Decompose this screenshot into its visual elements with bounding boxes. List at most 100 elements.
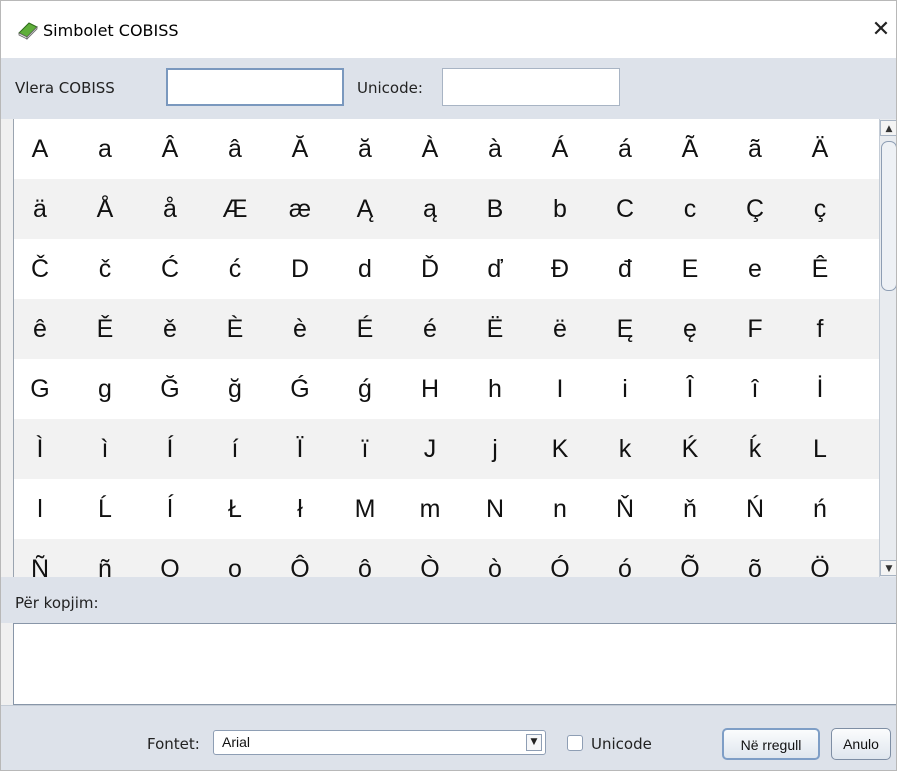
symbol-cell[interactable]: ḱ [726, 419, 784, 479]
vertical-scrollbar[interactable]: ▲ ▼ [879, 119, 896, 577]
symbol-cell[interactable]: ę [661, 299, 719, 359]
symbol-cell[interactable]: à [466, 119, 524, 179]
ok-button[interactable]: Në rregull [722, 728, 820, 760]
symbol-cell[interactable]: ł [271, 479, 329, 539]
symbol-cell[interactable]: Ę [596, 299, 654, 359]
symbol-cell[interactable]: ň [661, 479, 719, 539]
symbol-cell[interactable]: Ď [401, 239, 459, 299]
symbol-cell[interactable]: Ò [401, 539, 459, 577]
symbol-cell[interactable]: i [596, 359, 654, 419]
symbol-cell[interactable]: č [76, 239, 134, 299]
symbol-cell[interactable]: í [206, 419, 264, 479]
symbol-cell[interactable]: æ [271, 179, 329, 239]
symbol-cell[interactable]: Ḱ [661, 419, 719, 479]
symbol-cell[interactable]: Í [141, 419, 199, 479]
symbol-cell[interactable]: d [336, 239, 394, 299]
symbol-cell[interactable]: M [336, 479, 394, 539]
symbol-cell[interactable]: ě [141, 299, 199, 359]
symbol-cell[interactable]: b [531, 179, 589, 239]
symbol-cell[interactable]: J [401, 419, 459, 479]
font-select[interactable]: Arial ▼ [213, 730, 546, 755]
symbol-cell[interactable]: ğ [206, 359, 264, 419]
cobiss-value-input[interactable] [166, 68, 344, 106]
symbol-cell[interactable]: ê [14, 299, 69, 359]
symbol-cell[interactable]: Â [141, 119, 199, 179]
symbol-cell[interactable]: á [596, 119, 654, 179]
symbol-cell[interactable]: Î [661, 359, 719, 419]
symbol-cell[interactable]: a [76, 119, 134, 179]
unicode-checkbox-label[interactable]: Unicode [591, 735, 652, 753]
symbol-cell[interactable]: Ã [661, 119, 719, 179]
symbol-cell[interactable]: L [791, 419, 849, 479]
symbol-cell[interactable]: G [14, 359, 69, 419]
symbol-cell[interactable]: N [466, 479, 524, 539]
symbol-cell[interactable]: đ [596, 239, 654, 299]
symbol-cell[interactable]: Ç [726, 179, 784, 239]
symbol-cell[interactable]: Ö [791, 539, 849, 577]
symbol-cell[interactable]: Ï [271, 419, 329, 479]
symbol-cell[interactable]: H [401, 359, 459, 419]
symbol-cell[interactable]: O [141, 539, 199, 577]
symbol-cell[interactable]: Ê [791, 239, 849, 299]
symbol-cell[interactable]: ã [726, 119, 784, 179]
symbol-cell[interactable]: Ň [596, 479, 654, 539]
symbol-cell[interactable]: Ă [271, 119, 329, 179]
close-icon[interactable]: ✕ [864, 13, 896, 47]
symbol-cell[interactable]: k [596, 419, 654, 479]
symbol-cell[interactable]: ń [791, 479, 849, 539]
symbol-cell[interactable]: Ë [466, 299, 524, 359]
symbol-cell[interactable]: E [661, 239, 719, 299]
symbol-cell[interactable]: l [14, 479, 69, 539]
symbol-cell[interactable]: È [206, 299, 264, 359]
symbol-cell[interactable]: e [726, 239, 784, 299]
symbol-cell[interactable]: İ [791, 359, 849, 419]
symbol-cell[interactable]: ǵ [336, 359, 394, 419]
symbol-cell[interactable]: ó [596, 539, 654, 577]
symbol-cell[interactable]: A [14, 119, 69, 179]
symbol-cell[interactable]: ć [206, 239, 264, 299]
symbol-cell[interactable]: Ì [14, 419, 69, 479]
chevron-down-icon[interactable]: ▼ [526, 734, 542, 751]
symbol-cell[interactable]: ï [336, 419, 394, 479]
symbol-cell[interactable]: C [596, 179, 654, 239]
symbol-cell[interactable]: ç [791, 179, 849, 239]
symbol-cell[interactable]: ä [14, 179, 69, 239]
symbol-cell[interactable]: â [206, 119, 264, 179]
symbol-cell[interactable]: ą [401, 179, 459, 239]
symbol-cell[interactable]: Ć [141, 239, 199, 299]
symbol-cell[interactable]: ò [466, 539, 524, 577]
symbol-cell[interactable]: c [661, 179, 719, 239]
scroll-up-icon[interactable]: ▲ [880, 120, 896, 136]
symbol-cell[interactable]: è [271, 299, 329, 359]
symbol-cell[interactable]: Õ [661, 539, 719, 577]
symbol-cell[interactable]: Ě [76, 299, 134, 359]
unicode-input[interactable] [442, 68, 620, 106]
scroll-thumb[interactable] [881, 141, 896, 291]
symbol-cell[interactable]: Ğ [141, 359, 199, 419]
symbol-cell[interactable]: é [401, 299, 459, 359]
symbol-cell[interactable]: B [466, 179, 524, 239]
symbol-cell[interactable]: ă [336, 119, 394, 179]
symbol-cell[interactable]: F [726, 299, 784, 359]
symbol-cell[interactable]: Ĺ [76, 479, 134, 539]
symbol-cell[interactable]: j [466, 419, 524, 479]
symbol-cell[interactable]: õ [726, 539, 784, 577]
unicode-checkbox[interactable] [567, 735, 583, 751]
symbol-cell[interactable]: h [466, 359, 524, 419]
symbol-cell[interactable]: K [531, 419, 589, 479]
symbol-cell[interactable]: ď [466, 239, 524, 299]
scroll-down-icon[interactable]: ▼ [880, 560, 896, 576]
symbol-cell[interactable]: Ä [791, 119, 849, 179]
symbol-cell[interactable]: î [726, 359, 784, 419]
symbol-cell[interactable]: n [531, 479, 589, 539]
symbol-cell[interactable]: Æ [206, 179, 264, 239]
symbol-cell[interactable]: Á [531, 119, 589, 179]
symbol-cell[interactable]: ñ [76, 539, 134, 577]
symbol-cell[interactable]: ì [76, 419, 134, 479]
cancel-button[interactable]: Anulo [831, 728, 891, 760]
symbol-cell[interactable]: Đ [531, 239, 589, 299]
symbol-cell[interactable]: Ń [726, 479, 784, 539]
symbol-cell[interactable]: Ó [531, 539, 589, 577]
symbol-cell[interactable]: Ł [206, 479, 264, 539]
symbol-cell[interactable]: ô [336, 539, 394, 577]
